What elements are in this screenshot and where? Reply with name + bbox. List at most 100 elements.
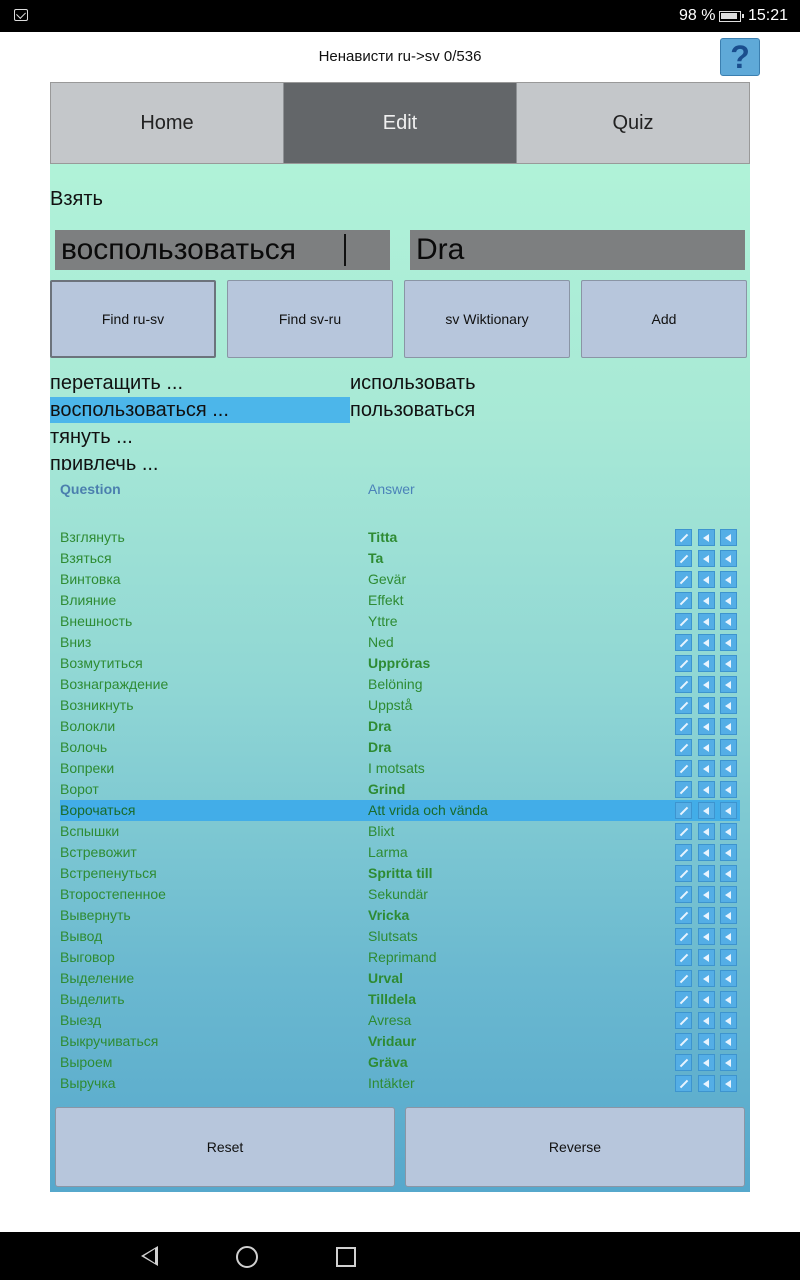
suggestion-item[interactable]: пользоваться [350, 397, 475, 423]
word-row[interactable]: Вниз Ned [60, 632, 740, 653]
word-row[interactable]: Внешность Yttre [60, 611, 740, 632]
speaker-icon[interactable] [720, 739, 737, 756]
speaker-icon[interactable] [698, 907, 715, 924]
suggestion-item[interactable]: перетащить ... [50, 370, 183, 396]
edit-icon[interactable] [675, 760, 692, 777]
question-column-header[interactable]: Question [60, 481, 121, 497]
speaker-icon[interactable] [720, 760, 737, 777]
speaker-icon[interactable] [720, 991, 737, 1008]
speaker-icon[interactable] [698, 970, 715, 987]
speaker-icon[interactable] [720, 886, 737, 903]
word-row[interactable]: Встрепенуться Spritta till [60, 863, 740, 884]
speaker-icon[interactable] [698, 1012, 715, 1029]
edit-icon[interactable] [675, 571, 692, 588]
speaker-icon[interactable] [720, 907, 737, 924]
add-button[interactable]: Add [581, 280, 747, 358]
speaker-icon[interactable] [698, 928, 715, 945]
find-ru-sv-button[interactable]: Find ru-sv [50, 280, 216, 358]
swedish-input[interactable]: Dra [410, 230, 745, 270]
edit-icon[interactable] [675, 550, 692, 567]
speaker-icon[interactable] [698, 781, 715, 798]
speaker-icon[interactable] [720, 529, 737, 546]
speaker-icon[interactable] [698, 844, 715, 861]
speaker-icon[interactable] [698, 697, 715, 714]
speaker-icon[interactable] [720, 823, 737, 840]
speaker-icon[interactable] [720, 1075, 737, 1092]
edit-icon[interactable] [675, 739, 692, 756]
speaker-icon[interactable] [698, 802, 715, 819]
word-row[interactable]: Волочь Dra [60, 737, 740, 758]
word-row[interactable]: Взяться Ta [60, 548, 740, 569]
edit-icon[interactable] [675, 592, 692, 609]
help-button[interactable]: ? [720, 38, 760, 76]
speaker-icon[interactable] [698, 571, 715, 588]
edit-icon[interactable] [675, 907, 692, 924]
word-row[interactable]: Выговор Reprimand [60, 947, 740, 968]
edit-icon[interactable] [675, 655, 692, 672]
edit-icon[interactable] [675, 529, 692, 546]
word-row[interactable]: Ворочаться Att vrida och vända [60, 800, 740, 821]
tab-edit[interactable]: Edit [284, 83, 517, 163]
edit-icon[interactable] [675, 1012, 692, 1029]
edit-icon[interactable] [675, 718, 692, 735]
edit-icon[interactable] [675, 634, 692, 651]
speaker-icon[interactable] [698, 739, 715, 756]
speaker-icon[interactable] [720, 1033, 737, 1050]
speaker-icon[interactable] [698, 949, 715, 966]
word-row[interactable]: Выделить Tilldela [60, 989, 740, 1010]
word-row[interactable]: Вопреки I motsats [60, 758, 740, 779]
word-row[interactable]: Ворот Grind [60, 779, 740, 800]
edit-icon[interactable] [675, 823, 692, 840]
edit-icon[interactable] [675, 970, 692, 987]
suggestion-item[interactable]: использовать [350, 370, 476, 396]
speaker-icon[interactable] [698, 550, 715, 567]
word-row[interactable]: Выезд Avresa [60, 1010, 740, 1031]
speaker-icon[interactable] [698, 991, 715, 1008]
speaker-icon[interactable] [720, 697, 737, 714]
word-row[interactable]: Возмутиться Uppröras [60, 653, 740, 674]
speaker-icon[interactable] [698, 865, 715, 882]
speaker-icon[interactable] [720, 844, 737, 861]
edit-icon[interactable] [675, 865, 692, 882]
word-row[interactable]: Вывернуть Vricka [60, 905, 740, 926]
speaker-icon[interactable] [720, 781, 737, 798]
edit-icon[interactable] [675, 697, 692, 714]
word-row[interactable]: Встревожит Larma [60, 842, 740, 863]
speaker-icon[interactable] [720, 1012, 737, 1029]
answer-column-header[interactable]: Answer [368, 481, 415, 497]
edit-icon[interactable] [675, 802, 692, 819]
word-row[interactable]: Выкручиваться Vridaur [60, 1031, 740, 1052]
word-row[interactable]: Вспышки Blixt [60, 821, 740, 842]
word-row[interactable]: Выроем Gräva [60, 1052, 740, 1073]
word-row[interactable]: Выручка Intäkter [60, 1073, 740, 1094]
recent-apps-icon[interactable] [336, 1247, 356, 1267]
edit-icon[interactable] [675, 676, 692, 693]
speaker-icon[interactable] [698, 760, 715, 777]
suggestion-item[interactable]: привлечь ... [50, 451, 159, 470]
edit-icon[interactable] [675, 1054, 692, 1071]
speaker-icon[interactable] [698, 529, 715, 546]
reverse-button[interactable]: Reverse [405, 1107, 745, 1187]
speaker-icon[interactable] [720, 613, 737, 630]
speaker-icon[interactable] [720, 592, 737, 609]
speaker-icon[interactable] [698, 592, 715, 609]
speaker-icon[interactable] [720, 718, 737, 735]
edit-icon[interactable] [675, 991, 692, 1008]
speaker-icon[interactable] [720, 634, 737, 651]
edit-icon[interactable] [675, 1075, 692, 1092]
word-row[interactable]: Винтовка Gevär [60, 569, 740, 590]
reset-button[interactable]: Reset [55, 1107, 395, 1187]
speaker-icon[interactable] [698, 1075, 715, 1092]
edit-icon[interactable] [675, 949, 692, 966]
speaker-icon[interactable] [720, 802, 737, 819]
speaker-icon[interactable] [698, 823, 715, 840]
word-row[interactable]: Вывод Slutsats [60, 926, 740, 947]
speaker-icon[interactable] [698, 613, 715, 630]
speaker-icon[interactable] [720, 550, 737, 567]
speaker-icon[interactable] [698, 886, 715, 903]
suggestion-item[interactable]: тянуть ... [50, 424, 133, 450]
speaker-icon[interactable] [698, 1054, 715, 1071]
edit-icon[interactable] [675, 844, 692, 861]
russian-input[interactable]: воспользоваться [55, 230, 390, 270]
word-row[interactable]: Возникнуть Uppstå [60, 695, 740, 716]
